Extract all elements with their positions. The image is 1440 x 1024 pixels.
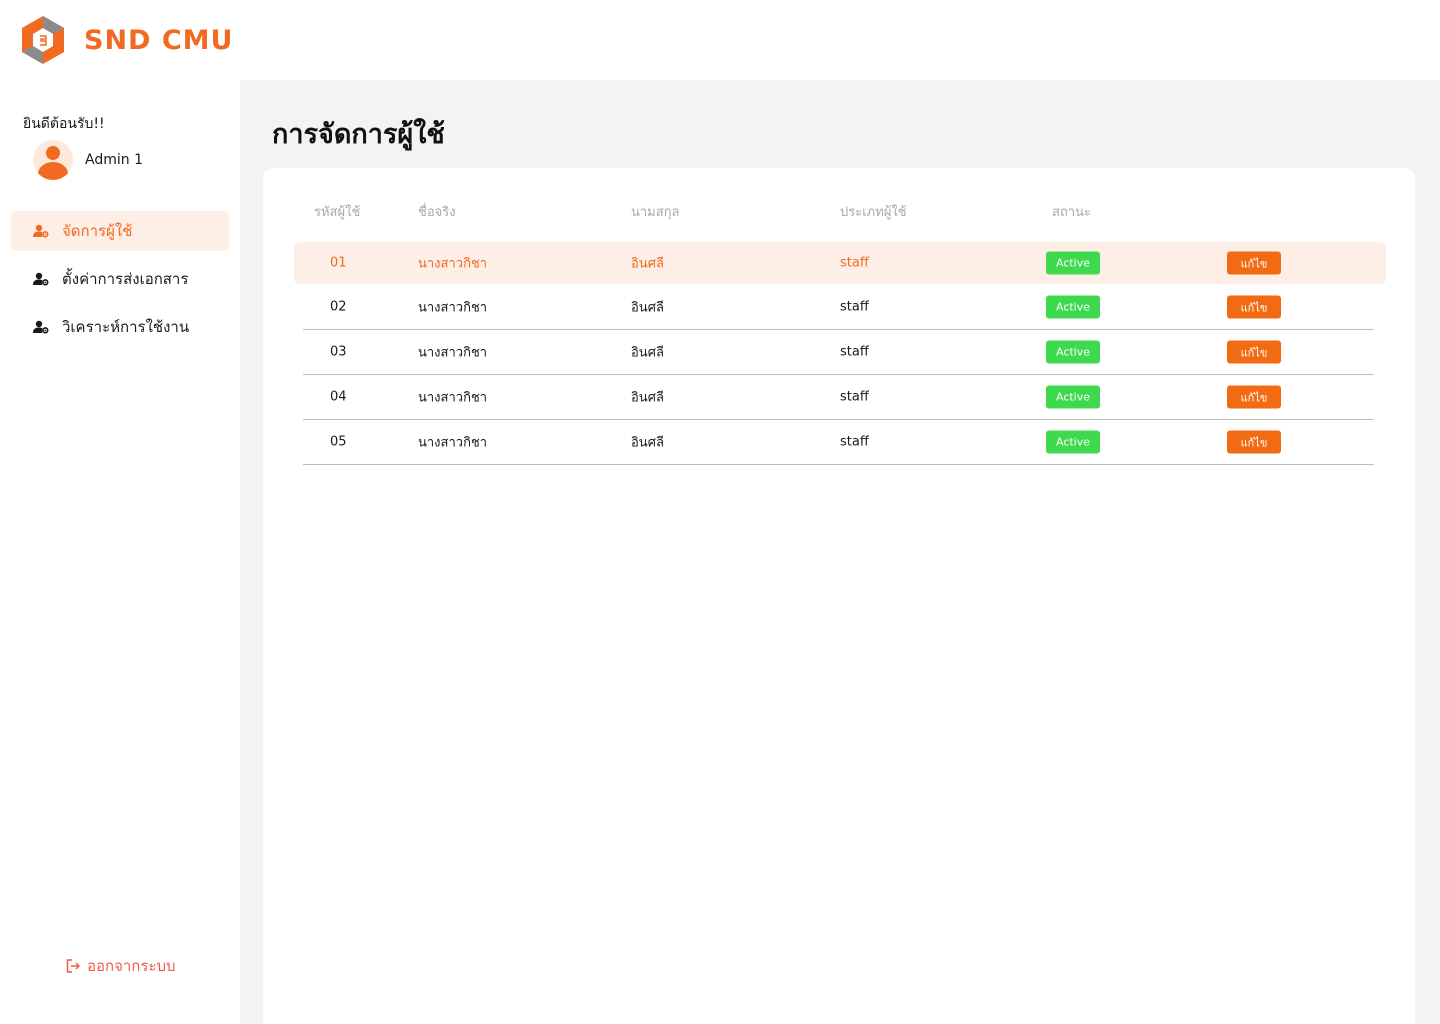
cell-user-id: 02 [330, 299, 347, 315]
user-gear-icon [33, 320, 49, 334]
top-bar: SND CMU [0, 0, 1440, 80]
status-badge: Active [1046, 295, 1100, 319]
username: Admin 1 [85, 152, 143, 168]
avatar [33, 140, 73, 180]
table-header: รหัสผู้ใช้ ชื่อจริง นามสกุล ประเภทผู้ใช้… [263, 201, 1415, 221]
edit-button[interactable]: แก้ไข [1227, 340, 1281, 364]
cell-user-id: 05 [330, 434, 347, 450]
user-table-card: รหัสผู้ใช้ ชื่อจริง นามสกุล ประเภทผู้ใช้… [263, 168, 1415, 1024]
cell-last-name: อินศลี [631, 345, 664, 361]
page-title: การจัดการผู้ใช้ [272, 119, 445, 150]
user-gear-icon [33, 224, 49, 238]
cell-last-name: อินศลี [631, 256, 664, 272]
cell-last-name: อินศลี [631, 390, 664, 406]
cell-first-name: นางสาวกิชา [418, 256, 488, 272]
edit-button[interactable]: แก้ไข [1227, 251, 1281, 275]
sidebar-item-user-management[interactable]: จัดการผู้ใช้ [11, 211, 229, 251]
cell-user-type: staff [840, 299, 869, 315]
status-badge: Active [1046, 340, 1100, 364]
column-header-status: สถานะ [1052, 205, 1091, 220]
logout-label: ออกจากระบบ [87, 957, 176, 975]
cell-first-name: นางสาวกิชา [418, 300, 488, 316]
cell-first-name: นางสาวกิชา [418, 390, 488, 406]
cell-first-name: นางสาวกิชา [418, 435, 488, 451]
sidebar-nav: จัดการผู้ใช้ ตั้งค่าการส่งเอกสาร วิเคราะ… [11, 211, 229, 355]
cell-user-type: staff [840, 255, 869, 271]
cell-user-type: staff [840, 434, 869, 450]
sidebar-item-usage-analytics[interactable]: วิเคราะห์การใช้งาน [11, 307, 229, 347]
edit-button[interactable]: แก้ไข [1227, 385, 1281, 409]
cell-first-name: นางสาวกิชา [418, 345, 488, 361]
column-header-user-type: ประเภทผู้ใช้ [840, 205, 907, 220]
snd-cmu-logo [22, 16, 64, 64]
status-badge: Active [1046, 385, 1100, 409]
edit-button[interactable]: แก้ไข [1227, 295, 1281, 319]
cell-user-id: 03 [330, 344, 347, 360]
table-row[interactable]: 02 นางสาวกิชา อินศลี staff Active แก้ไข [303, 285, 1374, 330]
column-header-first-name: ชื่อจริง [418, 205, 456, 220]
cell-user-id: 01 [330, 255, 347, 271]
user-profile: Admin 1 [33, 140, 143, 180]
cell-last-name: อินศลี [631, 300, 664, 316]
sidebar: ยินดีต้อนรับ!! Admin 1 จัดการผู้ใช้ ตั้ง… [0, 80, 240, 1024]
brand-name: SND CMU [84, 24, 234, 56]
cell-user-type: staff [840, 389, 869, 405]
user-gear-icon [33, 272, 49, 286]
sidebar-item-label: ตั้งค่าการส่งเอกสาร [62, 270, 189, 288]
column-header-last-name: นามสกุล [631, 205, 680, 220]
cell-user-type: staff [840, 344, 869, 360]
table-row[interactable]: 04 นางสาวกิชา อินศลี staff Active แก้ไข [303, 375, 1374, 420]
logout-icon [66, 959, 80, 973]
sidebar-item-label: จัดการผู้ใช้ [62, 222, 133, 240]
status-badge: Active [1046, 430, 1100, 454]
status-badge: Active [1046, 251, 1100, 275]
logout-button[interactable]: ออกจากระบบ [66, 954, 176, 978]
cell-last-name: อินศลี [631, 435, 664, 451]
cell-user-id: 04 [330, 389, 347, 405]
sidebar-item-label: วิเคราะห์การใช้งาน [62, 318, 190, 336]
table-row[interactable]: 03 นางสาวกิชา อินศลี staff Active แก้ไข [303, 330, 1374, 375]
sidebar-item-document-settings[interactable]: ตั้งค่าการส่งเอกสาร [11, 259, 229, 299]
table-row[interactable]: 01 นางสาวกิชา อินศลี staff Active แก้ไข [294, 242, 1386, 284]
welcome-text: ยินดีต้อนรับ!! [23, 116, 105, 132]
table-row[interactable]: 05 นางสาวกิชา อินศลี staff Active แก้ไข [303, 420, 1374, 465]
column-header-user-id: รหัสผู้ใช้ [314, 205, 361, 220]
edit-button[interactable]: แก้ไข [1227, 430, 1281, 454]
